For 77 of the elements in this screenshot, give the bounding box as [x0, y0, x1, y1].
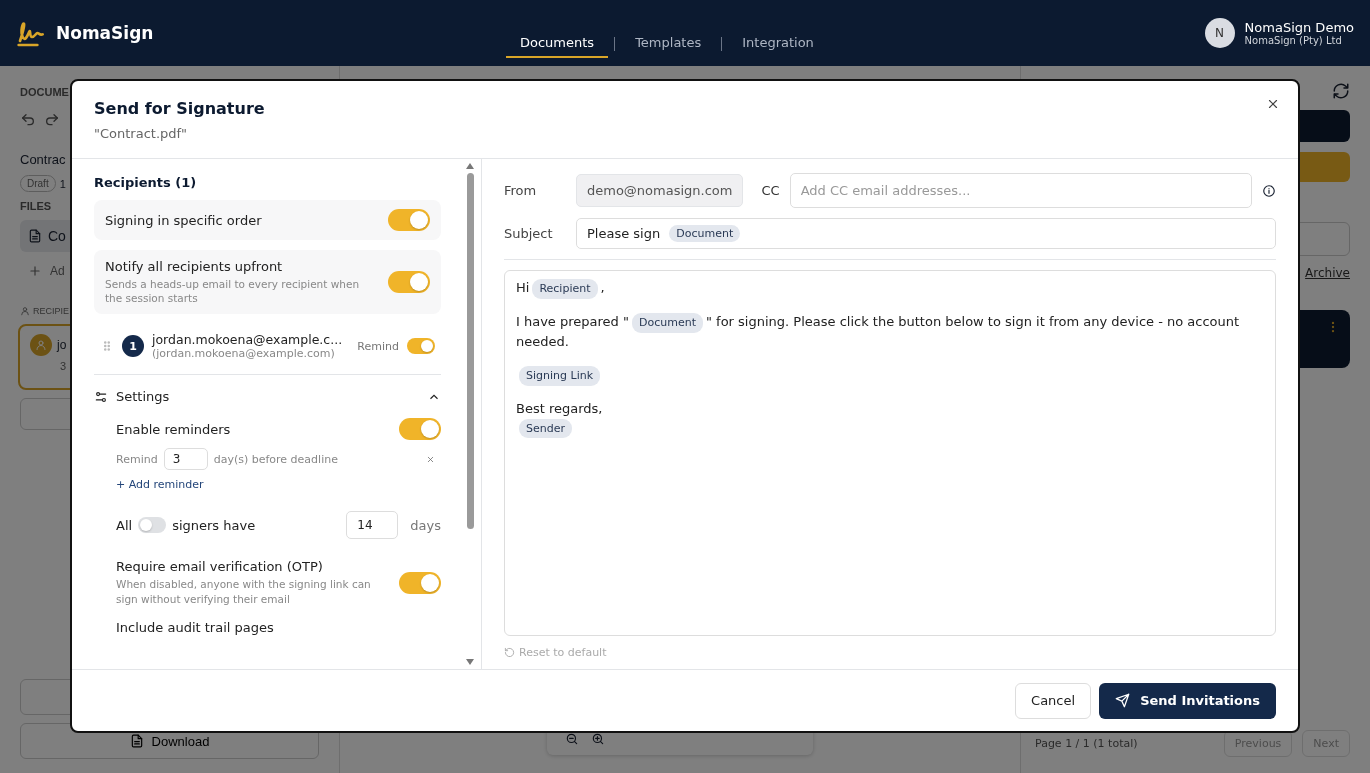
nav-tab[interactable]: Templates [621, 29, 716, 58]
archive-link[interactable]: Archive [1305, 266, 1350, 280]
placeholder-tag: Sender [519, 418, 572, 439]
scroll-up-icon[interactable] [466, 163, 474, 169]
info-icon [1262, 183, 1276, 198]
setting-label: Enable reminders [116, 421, 231, 437]
undo-icon [20, 112, 36, 128]
days-input[interactable]: 14 [346, 511, 399, 540]
document-icon [28, 229, 42, 243]
send-icon [1115, 693, 1131, 708]
placeholder-tag: Document [669, 225, 741, 242]
page-count: 1 [59, 177, 66, 190]
field-label: Subject [504, 226, 554, 241]
order-number: 1 [122, 335, 144, 358]
section-label: FILES [20, 200, 53, 212]
section-label: RECIPIE [33, 306, 69, 316]
remind-label: Remind [116, 452, 158, 466]
days-input[interactable]: 3 [163, 448, 208, 471]
brand-name: NomaSign [56, 23, 154, 43]
option-hint: Sends a heads-up email to every recipient when the session starts [105, 277, 361, 306]
setting-hint: When disabled, anyone with the signing link can sign without verifying their email [116, 577, 372, 606]
remind-suffix: day(s) before deadline [213, 452, 338, 466]
recipient-meta: 3 [59, 360, 68, 372]
toggle-switch[interactable] [399, 571, 441, 594]
close-icon [426, 454, 435, 464]
setting-label: Require email verification (OTP) [116, 559, 324, 575]
toggle-switch[interactable] [388, 209, 430, 231]
toggle-switch[interactable] [388, 271, 430, 294]
placeholder-tag: Signing Link [519, 365, 601, 386]
unit-label: days [410, 517, 441, 533]
refresh-icon [1332, 82, 1350, 100]
field-label: CC [761, 183, 780, 198]
placeholder-tag: Document [631, 312, 703, 333]
setting-label: Include audit trail pages [116, 619, 275, 635]
add-reminder-link[interactable]: + Add reminder [116, 478, 441, 492]
field-label: From [504, 183, 538, 198]
document-icon [129, 734, 144, 748]
reset-icon [504, 647, 515, 658]
recipient-name: jordan.mokoena@example.c... [152, 332, 343, 348]
from-field: demo@nomasign.com [576, 174, 744, 207]
message-editor[interactable]: Hi Recipient , I have prepared " Document " for signing. Please click the button below to sign it from any device - no account needed. Signing Link Best regards, Sender [504, 270, 1276, 636]
recipient-email: (jordan.mokoena@example.com) [152, 347, 336, 361]
cancel-button[interactable]: Cancel [1015, 682, 1092, 719]
toggle-switch[interactable] [399, 418, 441, 441]
scroll-down-icon[interactable] [466, 659, 474, 665]
document-title: Contrac [20, 152, 66, 167]
sliders-icon [94, 389, 108, 404]
plus-icon [28, 264, 42, 278]
option-label: Notify all recipients upfront [105, 259, 284, 274]
person-icon [20, 306, 30, 316]
zoom-out-icon [565, 732, 579, 746]
subject-field[interactable]: Please sign Document [576, 218, 1276, 249]
user-avatar[interactable]: N [1204, 18, 1235, 48]
toggle-switch[interactable] [407, 338, 435, 355]
send-button[interactable]: Send Invitations [1099, 682, 1276, 719]
option-label: Signing in specific order [105, 212, 262, 228]
section-heading: Recipients (1) [94, 174, 198, 190]
zoom-in-icon [591, 732, 605, 746]
setting-label: signers have [172, 517, 256, 533]
remind-label: Remind [357, 339, 399, 353]
user-name: NomaSign Demo [1244, 20, 1354, 35]
settings-header[interactable]: Settings [94, 385, 441, 409]
scrollbar-thumb[interactable] [466, 173, 474, 529]
toggle-switch[interactable] [138, 517, 167, 534]
redo-icon [44, 112, 60, 128]
dialog-title: Send for Signature [94, 99, 265, 118]
cc-field[interactable]: Add CC email addresses... [789, 173, 1252, 208]
close-icon [1266, 97, 1280, 111]
nav-tab[interactable]: Documents [506, 29, 609, 58]
section-label: DOCUME [20, 86, 70, 98]
nav-tab[interactable]: Integration [728, 29, 828, 58]
pagination-text: Page 1 / 1 (1 total) [1035, 737, 1138, 750]
placeholder-tag: Recipient [532, 279, 598, 299]
organization-name: NomaSign (Pty) Ltd [1244, 35, 1343, 46]
recipient-name: jo [57, 338, 67, 352]
setting-label: All [116, 517, 133, 533]
file-name: "Contract.pdf" [94, 126, 189, 141]
